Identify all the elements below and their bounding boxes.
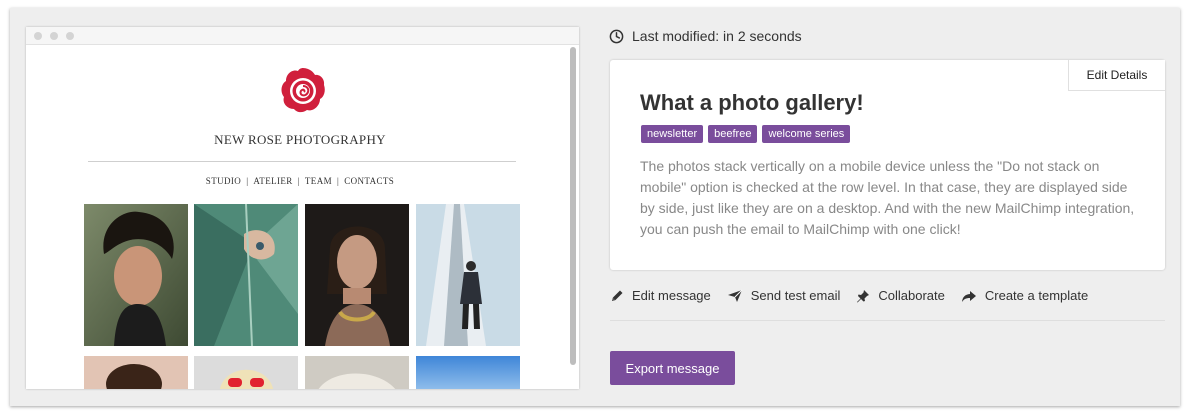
gallery-photo-white-knit bbox=[305, 356, 409, 389]
nav-item-atelier[interactable]: ATELIER bbox=[253, 176, 292, 186]
edit-details-button[interactable]: Edit Details bbox=[1068, 60, 1165, 91]
last-modified-text: Last modified: in 2 seconds bbox=[632, 28, 802, 44]
window-dot bbox=[50, 32, 58, 40]
message-title: What a photo gallery! bbox=[640, 90, 864, 115]
header-divider bbox=[88, 161, 516, 162]
gallery-photo-leaf-eye bbox=[194, 204, 298, 346]
message-description: The photos stack vertically on a mobile … bbox=[640, 158, 1135, 237]
clock-icon bbox=[609, 29, 624, 43]
gallery-photo-tower-man bbox=[416, 204, 520, 346]
export-message-button[interactable]: Export message bbox=[610, 351, 735, 385]
tag-newsletter[interactable]: newsletter bbox=[641, 125, 704, 143]
create-template-button[interactable]: Create a template bbox=[961, 288, 1088, 303]
rose-logo-icon bbox=[281, 68, 325, 113]
collaborate-button[interactable]: Collaborate bbox=[856, 288, 945, 303]
send-test-email-label: Send test email bbox=[750, 288, 841, 303]
edit-message-label: Edit message bbox=[632, 288, 711, 303]
message-actions: Edit message Send test email Collaborate… bbox=[610, 288, 1104, 303]
paper-plane-icon bbox=[727, 289, 743, 302]
pin-icon bbox=[857, 289, 870, 302]
nav-item-contacts[interactable]: CONTACTS bbox=[344, 176, 394, 186]
gallery-photo-portrait-curly-hair bbox=[84, 204, 188, 346]
tag-list: newsletter beefree welcome series bbox=[641, 125, 851, 143]
nav-separator: | bbox=[297, 176, 300, 186]
gallery-photo-curly-child bbox=[84, 356, 188, 389]
gallery-photo-blonde-sunglasses bbox=[194, 356, 298, 389]
nav-item-team[interactable]: TEAM bbox=[305, 176, 332, 186]
preview-nav: STUDIO | ATELIER | TEAM | CONTACTS bbox=[26, 176, 574, 186]
tag-beefree[interactable]: beefree bbox=[708, 125, 758, 143]
actions-divider bbox=[610, 320, 1165, 321]
collaborate-label: Collaborate bbox=[878, 288, 945, 303]
create-template-label: Create a template bbox=[984, 288, 1089, 303]
nav-item-studio[interactable]: STUDIO bbox=[206, 176, 241, 186]
send-test-email-button[interactable]: Send test email bbox=[727, 288, 841, 303]
preview-window-bar bbox=[26, 27, 579, 45]
nav-separator: | bbox=[246, 176, 249, 186]
window-dot bbox=[66, 32, 74, 40]
brand-name: NEW ROSE PHOTOGRAPHY bbox=[214, 132, 386, 147]
nav-separator: | bbox=[337, 176, 340, 186]
pencil-icon bbox=[612, 290, 623, 301]
edit-message-button[interactable]: Edit message bbox=[610, 288, 711, 303]
window-dot bbox=[34, 32, 42, 40]
share-arrow-icon bbox=[961, 290, 976, 302]
last-modified: Last modified: in 2 seconds bbox=[609, 28, 802, 44]
message-details-card: Edit Details What a photo gallery! newsl… bbox=[610, 60, 1165, 270]
gallery-photo-blue-sky bbox=[416, 356, 520, 389]
preview-scrollbar[interactable] bbox=[570, 47, 576, 365]
tag-welcome-series[interactable]: welcome series bbox=[762, 125, 851, 143]
email-preview[interactable]: NEW ROSE PHOTOGRAPHY STUDIO | ATELIER | TEAM… bbox=[26, 27, 579, 389]
gallery-photo-woman-necklace bbox=[305, 204, 409, 346]
